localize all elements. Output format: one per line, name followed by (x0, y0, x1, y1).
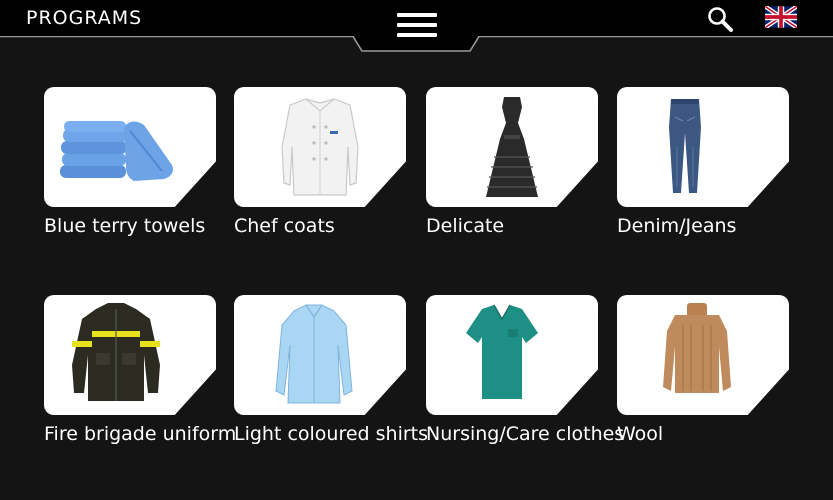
program-label: Delicate (426, 215, 505, 237)
program-card (44, 295, 216, 415)
shirt-icon (275, 304, 353, 404)
jeans-icon (669, 99, 701, 193)
program-label: Denim/Jeans (617, 215, 737, 237)
program-card (426, 295, 598, 415)
program-card (44, 87, 216, 207)
program-label: Chef coats (234, 215, 335, 237)
chef-coat-icon (281, 98, 359, 196)
program-label: Blue terry towels (44, 215, 206, 237)
scrubs-icon (466, 304, 538, 399)
blue-towels-icon (60, 121, 173, 181)
program-label: Wool (617, 423, 664, 445)
program-grid: Blue terry towels Chef coats Delicate De… (0, 0, 833, 500)
program-label: Light coloured shirts (234, 423, 429, 445)
program-card (617, 87, 789, 207)
program-label: Nursing/Care clothes (426, 423, 625, 445)
program-label: Fire brigade uniform (44, 423, 237, 445)
program-card (234, 87, 406, 207)
fire-jacket-icon (72, 303, 160, 401)
program-card (234, 295, 406, 415)
program-card (617, 295, 789, 415)
dress-icon (486, 97, 538, 197)
program-card (426, 87, 598, 207)
sweater-icon (663, 303, 731, 393)
